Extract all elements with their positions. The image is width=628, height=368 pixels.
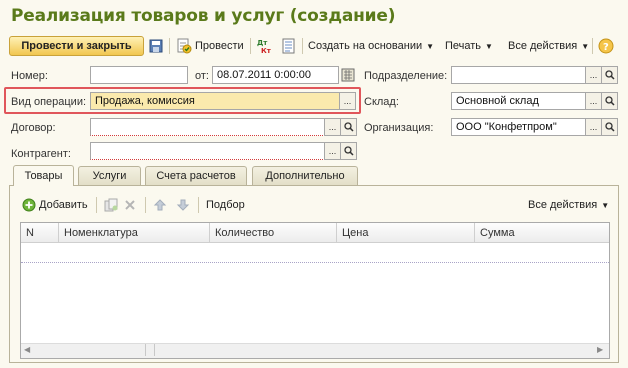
print-menu[interactable]: Печать ▼ [445, 37, 493, 55]
warehouse-select-button[interactable]: ... [585, 92, 602, 110]
move-up-icon[interactable] [153, 196, 167, 214]
scroll-left-icon[interactable]: ◀ [24, 345, 30, 354]
operation-select-button[interactable]: ... [339, 92, 356, 110]
contract-select-button[interactable]: ... [324, 118, 341, 136]
contract-search-icon[interactable] [340, 118, 357, 136]
table-all-actions-label: Все действия [528, 199, 598, 211]
add-icon [22, 198, 36, 212]
operation-label: Вид операции: [11, 96, 87, 108]
organization-field[interactable]: ООО "Конфетпром" [451, 118, 586, 136]
contract-field[interactable] [90, 118, 325, 136]
add-label: Добавить [39, 199, 88, 211]
date-label: от: [195, 70, 209, 82]
dt-kt-icon[interactable]: Дт Кт [256, 37, 272, 55]
number-label: Номер: [11, 70, 48, 82]
svg-text:Кт: Кт [261, 47, 272, 54]
organization-label: Организация: [364, 122, 434, 134]
column-header-price[interactable]: Цена [336, 223, 474, 243]
warehouse-search-icon[interactable] [601, 92, 618, 110]
column-header-n[interactable]: N [21, 223, 58, 243]
post-icon [177, 38, 192, 54]
create-based-on-label: Создать на основании [308, 40, 423, 52]
counterparty-search-icon[interactable] [340, 142, 357, 160]
copy-icon[interactable] [104, 196, 118, 214]
toolbar-separator [145, 197, 146, 213]
report-icon[interactable] [282, 37, 296, 55]
table-all-actions-menu[interactable]: Все действия ▼ [528, 196, 609, 214]
organization-select-button[interactable]: ... [585, 118, 602, 136]
toolbar-separator [592, 38, 593, 54]
tab-services[interactable]: Услуги [78, 166, 141, 185]
tab-additional[interactable]: Дополнительно [252, 166, 358, 185]
svg-text:?: ? [603, 42, 609, 53]
help-icon[interactable]: ? [598, 37, 614, 55]
warehouse-label: Склад: [364, 96, 399, 108]
contract-label: Договор: [11, 122, 56, 134]
scroll-right-icon[interactable]: ▶ [597, 345, 603, 354]
create-based-on-menu[interactable]: Создать на основании ▼ [308, 37, 434, 55]
chevron-down-icon: ▼ [485, 41, 493, 51]
chevron-down-icon: ▼ [601, 200, 610, 210]
chevron-down-icon: ▼ [426, 41, 435, 51]
division-label: Подразделение: [364, 70, 448, 82]
column-header-quantity[interactable]: Количество [209, 223, 336, 243]
tab-settlement-accounts[interactable]: Счета расчетов [145, 166, 247, 185]
move-down-icon[interactable] [176, 196, 190, 214]
toolbar-separator [302, 38, 303, 54]
all-actions-menu[interactable]: Все действия ▼ [508, 37, 589, 55]
add-button[interactable]: Добавить [22, 196, 88, 214]
division-field[interactable] [451, 66, 586, 84]
column-header-nomenclature[interactable]: Номенклатура [58, 223, 209, 243]
tab-goods[interactable]: Товары [13, 165, 74, 186]
operation-field[interactable]: Продажа, комиссия [90, 92, 340, 110]
number-field[interactable] [90, 66, 188, 84]
save-icon[interactable] [149, 37, 163, 55]
post-label: Провести [195, 40, 244, 52]
organization-search-icon[interactable] [601, 118, 618, 136]
toolbar-separator [169, 38, 170, 54]
division-search-icon[interactable] [601, 66, 618, 84]
table-row-divider [21, 262, 609, 263]
warehouse-field[interactable]: Основной склад [451, 92, 586, 110]
counterparty-field[interactable] [90, 142, 325, 160]
chevron-down-icon: ▼ [581, 41, 590, 51]
toolbar-separator [250, 38, 251, 54]
division-select-button[interactable]: ... [585, 66, 602, 84]
post-and-close-button[interactable]: Провести и закрыть [9, 36, 144, 56]
horizontal-scrollbar[interactable] [21, 343, 609, 358]
toolbar-separator [96, 197, 97, 213]
all-actions-label: Все действия [508, 40, 578, 52]
print-label: Печать [445, 40, 482, 52]
toolbar-separator [198, 197, 199, 213]
selection-button[interactable]: Подбор [206, 196, 245, 214]
window-title: Реализация товаров и услуг (создание) [11, 6, 396, 26]
calendar-icon[interactable] [340, 67, 356, 83]
delete-icon[interactable] [124, 196, 136, 214]
counterparty-select-button[interactable]: ... [324, 142, 341, 160]
column-header-sum[interactable]: Сумма [474, 223, 609, 243]
post-button[interactable]: Провести [176, 37, 244, 55]
scroll-thumb[interactable] [145, 344, 155, 356]
counterparty-label: Контрагент: [11, 148, 71, 160]
svg-text:Дт: Дт [257, 39, 268, 47]
date-field[interactable]: 08.07.2011 0:00:00 [212, 66, 339, 84]
